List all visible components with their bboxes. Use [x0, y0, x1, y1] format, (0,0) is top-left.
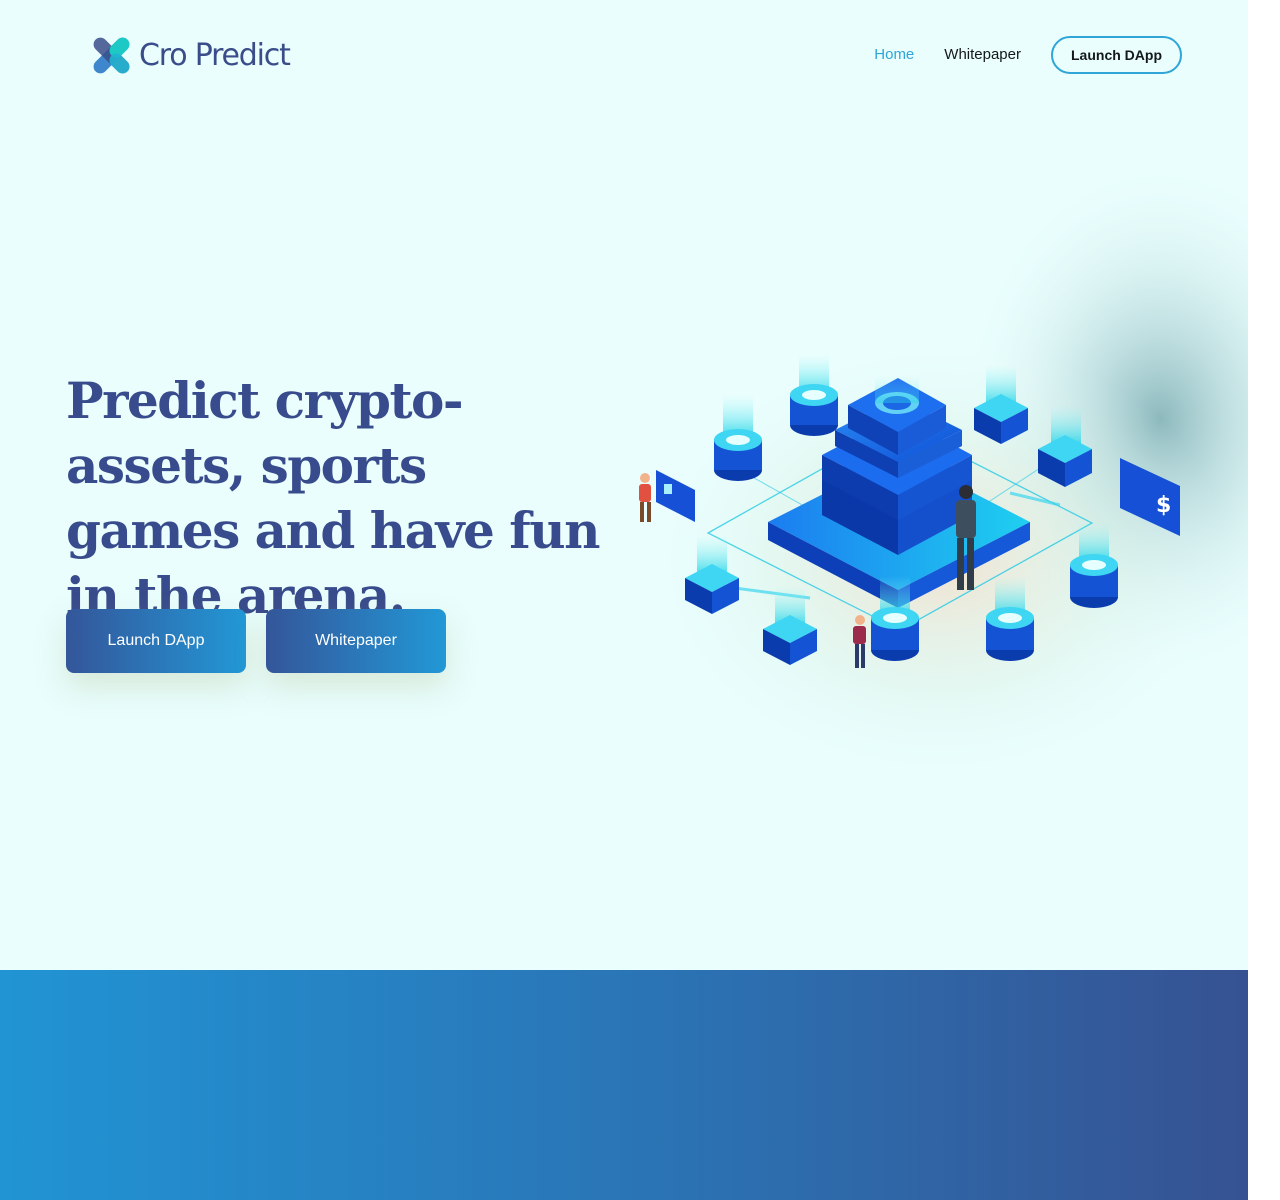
brand-name: Cro Predict — [139, 38, 291, 73]
header-launch-dapp-button[interactable]: Launch DApp — [1051, 36, 1182, 74]
hero-whitepaper-button[interactable]: Whitepaper — [266, 609, 446, 673]
nav-link-home[interactable]: Home — [874, 34, 914, 76]
hero-buttons: Launch DApp Whitepaper — [66, 609, 446, 673]
hero-launch-dapp-button[interactable]: Launch DApp — [66, 609, 246, 673]
main-nav: Home Whitepaper Launch DApp — [874, 34, 1182, 76]
hero-illustration: $ — [620, 150, 1248, 790]
cro-predict-logo-icon — [93, 37, 130, 74]
site-header: Cro Predict Home Whitepaper Launch DApp — [0, 0, 1248, 110]
hero-title: Predict crypto-assets, sports games and … — [66, 371, 601, 625]
nav-link-whitepaper[interactable]: Whitepaper — [944, 34, 1021, 76]
brand-logo-link[interactable]: Cro Predict — [88, 32, 291, 79]
next-section-band — [0, 970, 1248, 1200]
isometric-server-illustration-icon: $ — [639, 160, 1248, 780]
svg-text:$: $ — [1156, 493, 1171, 518]
landing-page: Cro Predict Home Whitepaper Launch DApp … — [0, 0, 1248, 1200]
